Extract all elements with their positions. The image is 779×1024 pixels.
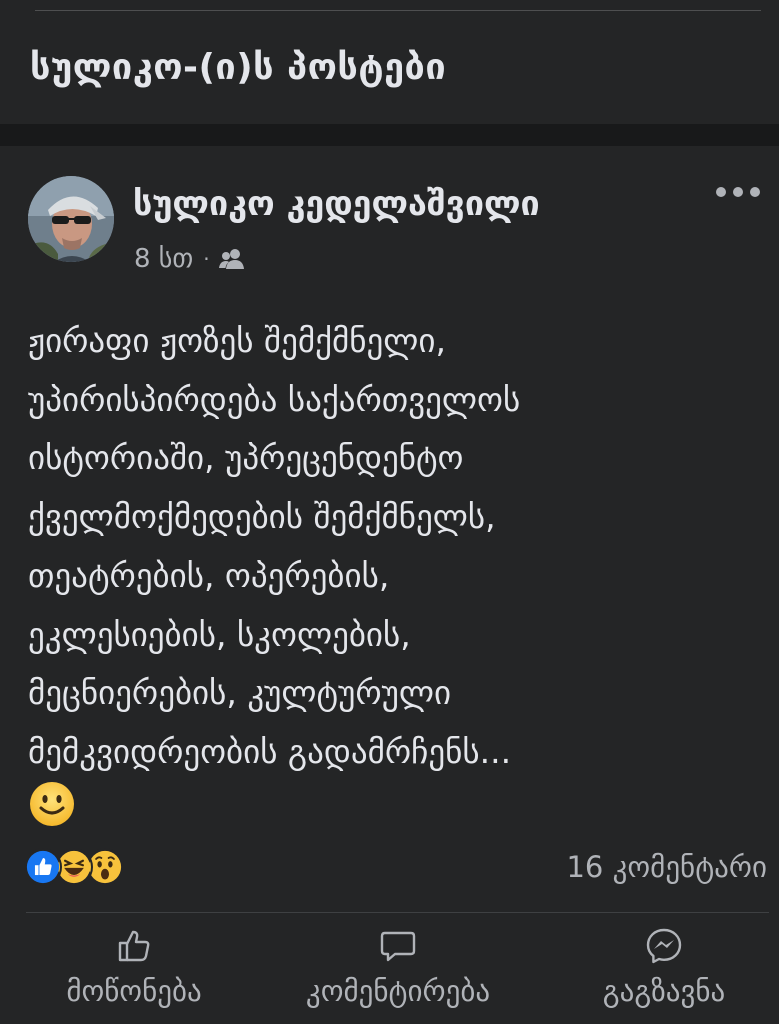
post-card: სულიკო კედელაშვილი 8 სთ · ჟირაფი ჟოზეს შ… bbox=[0, 146, 779, 1024]
slightly-smiling-face-icon bbox=[28, 780, 76, 828]
like-button[interactable]: მოწონება bbox=[46, 916, 222, 1024]
post-text-line: ქველმოქმედების შემქმნელს, bbox=[28, 497, 496, 537]
meta-separator: · bbox=[203, 247, 210, 271]
post-action-bar: მოწონება კომენტირება გაგზავნა bbox=[0, 916, 779, 1024]
post-text-line: ჟირაფი ჟოზეს შემქმნელი, bbox=[28, 321, 446, 360]
more-dot bbox=[750, 187, 760, 197]
more-dot bbox=[716, 187, 726, 197]
like-button-label: მოწონება bbox=[66, 974, 202, 1008]
send-button-label: გაგზავნა bbox=[602, 974, 726, 1008]
comment-button-label: კომენტირება bbox=[305, 974, 491, 1008]
post-text-line: თეატრების, ოპერების, bbox=[28, 555, 390, 595]
comment-icon bbox=[380, 931, 416, 962]
friends-icon[interactable] bbox=[218, 247, 246, 271]
comment-button[interactable]: კომენტირება bbox=[280, 916, 516, 1024]
header-divider bbox=[35, 10, 761, 11]
post-meta: 8 სთ · bbox=[134, 244, 246, 274]
like-reaction-icon bbox=[24, 848, 62, 886]
author-name[interactable]: სულიკო კედელაშვილი bbox=[133, 184, 540, 224]
post-text-line: მემკვიდრეობის გადამრჩენს... bbox=[28, 731, 512, 771]
post-time[interactable]: 8 სთ bbox=[134, 244, 193, 274]
post-text-line: ეკლესიების, სკოლების, bbox=[28, 614, 411, 654]
post-text-line: უპირისპირდება საქართველოს bbox=[28, 379, 521, 419]
send-button[interactable]: გაგზავნა bbox=[588, 916, 740, 1024]
comments-count[interactable]: 16 კომენტარი bbox=[566, 850, 767, 884]
page-header: სულიკო-(ი)ს პოსტები bbox=[0, 0, 779, 124]
actions-divider bbox=[26, 912, 769, 913]
avatar[interactable] bbox=[28, 176, 114, 262]
messenger-icon bbox=[646, 928, 682, 964]
avatar-photo bbox=[28, 176, 114, 262]
more-options-icon[interactable] bbox=[716, 182, 760, 202]
post-text-line: მეცნიერების, კულტურული bbox=[28, 673, 452, 713]
post-text-line: ისტორიაში, უპრეცენდენტო bbox=[28, 438, 464, 478]
page: სულიკო-(ი)ს პოსტები სულიკო კედელაშვილი 8… bbox=[0, 0, 779, 1024]
post-text: ჟირაფი ჟოზეს შემქმნელი, უპირისპირდება სა… bbox=[28, 312, 758, 782]
reaction-summary[interactable] bbox=[24, 848, 124, 888]
thumbs-up-icon bbox=[118, 930, 150, 962]
more-dot bbox=[733, 187, 743, 197]
page-title: სულიკო-(ი)ს პოსტები bbox=[30, 47, 447, 88]
